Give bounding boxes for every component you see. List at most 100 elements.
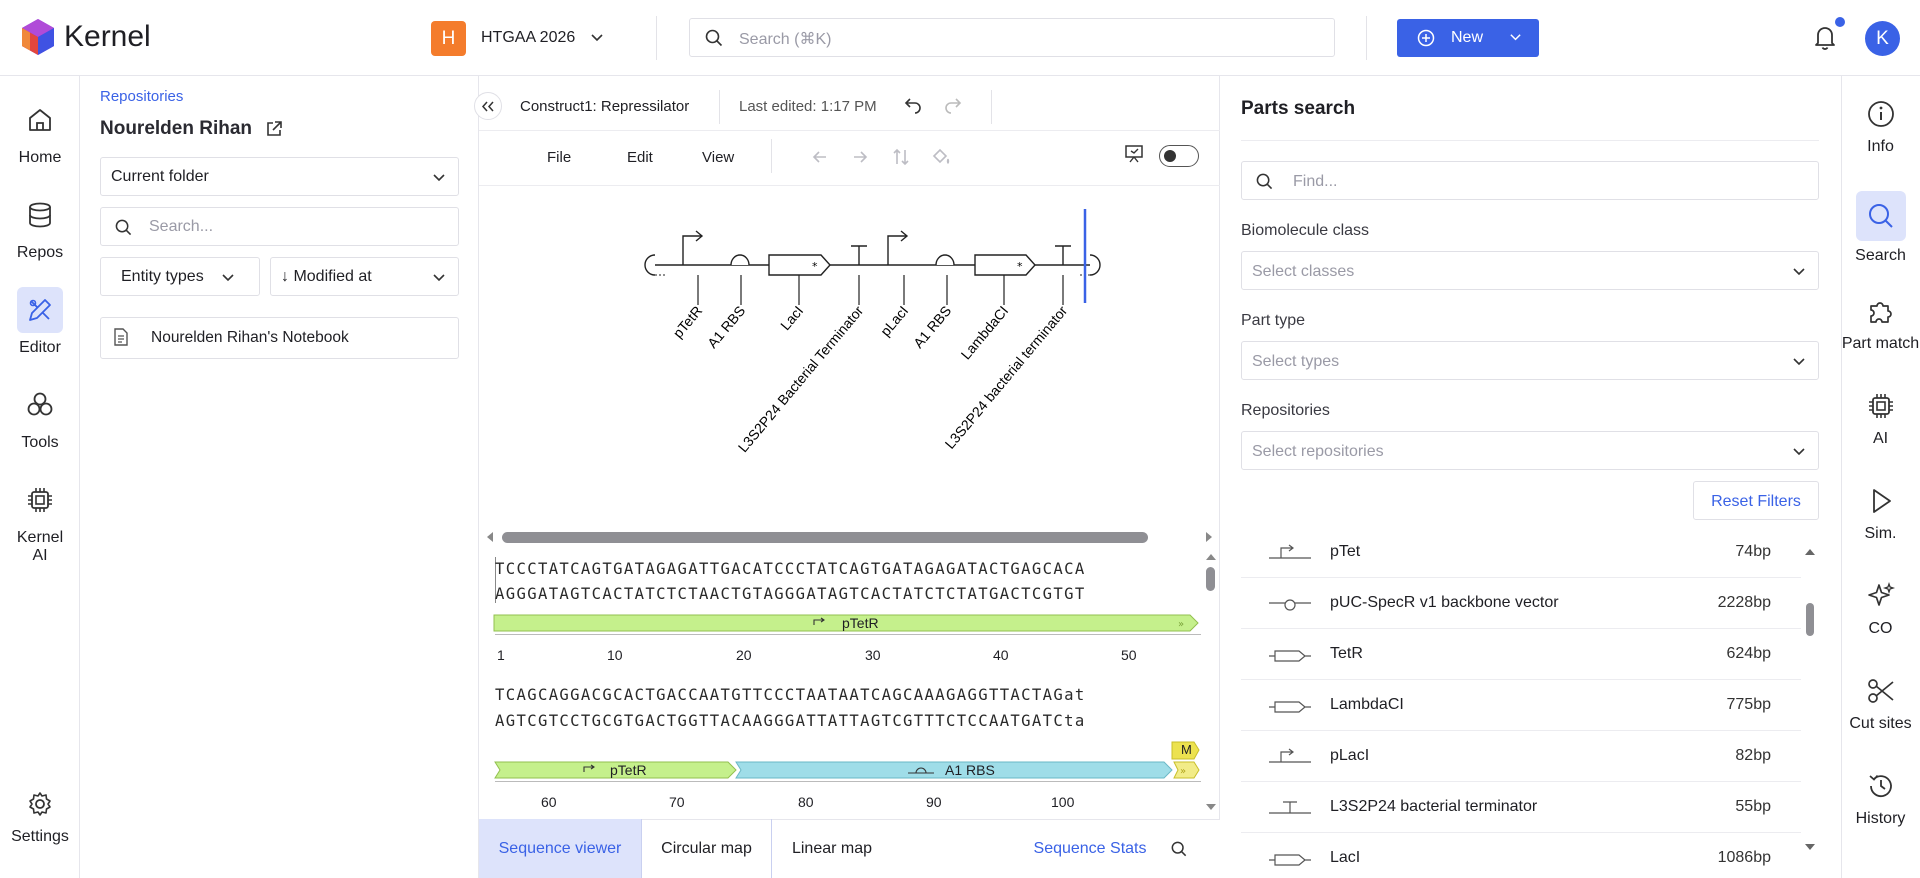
part-label: L3S2P24 Bacterial Terminator [735, 302, 867, 455]
scroll-down-icon[interactable] [1205, 803, 1217, 811]
kernel-logo-icon[interactable] [20, 18, 56, 56]
tab-circular-map[interactable]: Circular map [642, 819, 771, 878]
folder-select[interactable]: Current folder [100, 157, 459, 196]
vertical-scrollbar[interactable] [1806, 603, 1814, 636]
nav-kernel-ai[interactable]: Kernel AI [0, 477, 80, 565]
project-name[interactable]: HTGAA 2026 [481, 29, 575, 47]
part-type-select[interactable]: Select types [1241, 341, 1819, 380]
nav-settings[interactable]: Settings [0, 786, 80, 846]
cds-icon [768, 254, 831, 276]
scroll-up-icon[interactable] [1804, 548, 1816, 556]
scroll-down-icon[interactable] [1804, 843, 1816, 851]
part-size: 74bp [1735, 543, 1771, 560]
part-name: TetR [1330, 645, 1363, 662]
reset-filters-button[interactable]: Reset Filters [1693, 481, 1819, 520]
avatar[interactable]: K [1865, 21, 1900, 56]
rail-info[interactable]: Info [1841, 96, 1920, 156]
feature-ptetr-2[interactable]: pTetR [492, 761, 738, 779]
part-size: 624bp [1726, 645, 1772, 662]
redo-icon[interactable] [944, 97, 962, 114]
entity-types-filter[interactable]: Entity types [100, 257, 260, 296]
scroll-up-icon[interactable] [1205, 553, 1217, 561]
sequence-bottom-strand[interactable]: AGTCGTCCTGCGTGACTGGTTACAAGGGATTATTAGTCGT… [495, 712, 1086, 730]
feature-ptetr[interactable]: » pTetR [493, 614, 1200, 632]
rail-simulation[interactable]: Sim. [1841, 483, 1920, 543]
menu-view[interactable]: View [702, 149, 734, 166]
part-row[interactable]: pUC-SpecR v1 backbone vector 2228bp [1241, 578, 1801, 629]
external-link-icon[interactable] [265, 120, 283, 138]
global-search-input[interactable]: Search (⌘K) [689, 18, 1335, 57]
project-badge[interactable]: H [431, 21, 466, 56]
sequence-bottom-strand[interactable]: AGGGATAGTCACTATCTCTAACTGTAGGGATAGTCACTAT… [495, 585, 1086, 603]
construct-map[interactable]: * * pTetR A1 RBS LacI L3S2P24 Bacterial … [479, 186, 1220, 526]
part-row[interactable]: LacI 1086bp [1241, 833, 1801, 878]
flip-strand-icon[interactable] [892, 148, 910, 166]
construct-title[interactable]: Construct1: Repressilator [520, 98, 689, 115]
repositories-select[interactable]: Select repositories [1241, 431, 1819, 470]
bell-icon[interactable] [1810, 22, 1840, 52]
arrow-right-icon[interactable] [852, 149, 868, 165]
part-label: L3S2P24 bacterial terminator [941, 302, 1070, 451]
paint-bucket-icon[interactable] [931, 148, 951, 166]
tab-sequence-viewer[interactable]: Sequence viewer [479, 819, 641, 878]
horizontal-scrollbar[interactable] [502, 532, 1148, 543]
feature-m[interactable]: M [1171, 741, 1200, 760]
menu-edit[interactable]: Edit [627, 149, 653, 166]
arrow-left-icon[interactable] [812, 149, 828, 165]
list-item[interactable]: Nourelden Rihan's Notebook [100, 317, 459, 359]
part-row[interactable]: L3S2P24 bacterial terminator 55bp [1241, 782, 1801, 833]
part-type-label: Part type [1241, 312, 1306, 329]
app-title[interactable]: Kernel [64, 20, 151, 54]
rail-codon-optimization[interactable]: CO [1841, 578, 1920, 638]
sequence-top-strand[interactable]: TCCCTATCAGTGATAGAGATTGACATCCCTATCAGTGATA… [495, 560, 1086, 578]
part-row[interactable]: pLacI 82bp [1241, 731, 1801, 782]
divider [771, 139, 772, 173]
chevron-down-icon [1792, 265, 1806, 279]
new-button-label: New [1451, 29, 1484, 46]
part-label: LacI [777, 303, 806, 334]
vertical-scrollbar[interactable] [1206, 567, 1215, 591]
feature-a1-rbs[interactable]: A1 RBS [734, 761, 1174, 779]
chevron-down-icon [432, 171, 446, 185]
part-size: 1086bp [1717, 849, 1771, 866]
history-icon [1856, 768, 1906, 804]
scroll-right-icon[interactable] [1205, 531, 1213, 543]
rail-cut-sites[interactable]: Cut sites [1841, 673, 1920, 733]
panel-title: Parts search [1241, 98, 1356, 119]
part-row[interactable]: TetR 624bp [1241, 629, 1801, 680]
menu-file[interactable]: File [547, 149, 571, 166]
sequence-stats-link[interactable]: Sequence Stats [1030, 819, 1150, 878]
undo-icon[interactable] [904, 97, 922, 114]
feature-m-tail[interactable]: » [1172, 761, 1200, 779]
collapse-panel-button[interactable] [474, 92, 502, 120]
parts-find-input[interactable]: Find... [1241, 161, 1819, 200]
feature-label: M [1181, 742, 1192, 757]
new-button[interactable]: New [1397, 19, 1539, 57]
breadcrumb[interactable]: Repositories [100, 88, 183, 105]
feature-label: A1 RBS [945, 762, 995, 778]
rail-part-match[interactable]: Part match [1841, 293, 1920, 353]
chevron-down-icon[interactable] [590, 31, 604, 45]
rail-search[interactable]: Search [1841, 191, 1920, 265]
search-icon[interactable] [1171, 841, 1187, 857]
sequence-top-strand[interactable]: TCAGCAGGACGCACTGACCAATGTTCCCTAATAATCAGCA… [495, 686, 1086, 704]
presentation-icon[interactable] [1124, 145, 1144, 163]
part-row[interactable]: pTet 74bp [1241, 527, 1801, 578]
nav-home[interactable]: Home [0, 97, 80, 167]
entity-types-label: Entity types [121, 268, 204, 285]
search-icon [1855, 191, 1906, 241]
rail-label: Info [1867, 138, 1894, 155]
rail-history[interactable]: History [1841, 768, 1920, 828]
rail-ai[interactable]: AI [1841, 388, 1920, 448]
nav-tools[interactable]: Tools [0, 382, 80, 452]
nav-repos[interactable]: Repos [0, 192, 80, 262]
sort-select[interactable]: ↓ Modified at [270, 257, 459, 296]
part-row[interactable]: LambdaCI 775bp [1241, 680, 1801, 731]
tab-linear-map[interactable]: Linear map [772, 819, 892, 878]
part-label: A1 RBS [704, 303, 748, 351]
nav-editor[interactable]: Editor [0, 287, 80, 357]
biomolecule-class-select[interactable]: Select classes [1241, 251, 1819, 290]
repository-search-input[interactable]: Search... [100, 207, 459, 246]
scroll-left-icon[interactable] [486, 531, 494, 543]
view-toggle[interactable] [1159, 145, 1199, 167]
